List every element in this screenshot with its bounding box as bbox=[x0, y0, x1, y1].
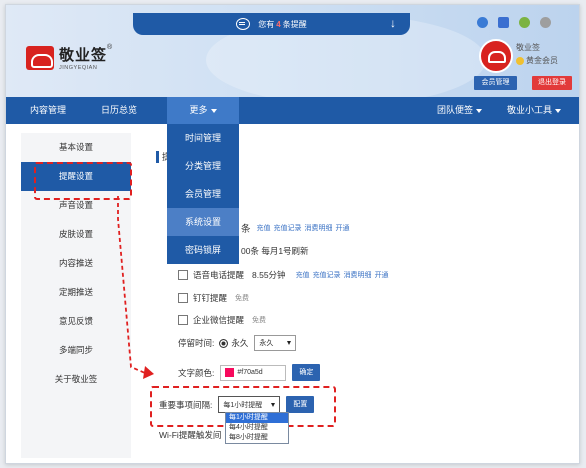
user-level-text: 黄金会员 bbox=[526, 56, 558, 65]
menu-item-category[interactable]: 分类管理 bbox=[167, 152, 239, 180]
menu-item-member[interactable]: 会员管理 bbox=[167, 180, 239, 208]
logo-icon bbox=[26, 45, 54, 70]
option-8h[interactable]: 每8小时提醒 bbox=[226, 433, 288, 443]
avatar[interactable] bbox=[479, 39, 513, 73]
menu-item-time[interactable]: 时间管理 bbox=[167, 124, 239, 152]
annotation-arrow bbox=[117, 196, 154, 379]
option-1h[interactable]: 每1小时提醒 bbox=[226, 413, 288, 423]
more-dropdown: 时间管理 分类管理 会员管理 系统设置 密码锁屏 bbox=[167, 124, 239, 264]
menu-item-lock[interactable]: 密码锁屏 bbox=[167, 236, 239, 264]
interval-options: 每1小时提醒 每4小时提醒 每8小时提醒 bbox=[225, 412, 289, 444]
app-window: 您有 4 条提醒 ↓ 敬业签® JINGYEQIAN 敬业签 黄金会员 会员管理… bbox=[5, 4, 580, 464]
logo-en: JINGYEQIAN bbox=[59, 65, 98, 71]
notice-count: 4 bbox=[276, 19, 281, 29]
logo: 敬业签® JINGYEQIAN bbox=[26, 44, 112, 71]
menu-item-settings[interactable]: 系统设置 bbox=[167, 208, 239, 236]
platform-icons bbox=[477, 17, 551, 28]
user-level: 黄金会员 bbox=[516, 55, 558, 66]
notice-suffix: 条提醒 bbox=[282, 19, 307, 29]
arrow-down-icon[interactable]: ↓ bbox=[390, 16, 396, 30]
notification-bar[interactable]: 您有 4 条提醒 ↓ bbox=[133, 13, 410, 35]
vip-icon bbox=[516, 56, 524, 65]
logo-reg: ® bbox=[107, 44, 113, 51]
logout-button[interactable]: 退出登录 bbox=[532, 76, 572, 90]
chat-icon bbox=[236, 18, 251, 30]
apple-icon[interactable] bbox=[540, 17, 551, 28]
android-icon[interactable] bbox=[519, 17, 530, 28]
windows-icon[interactable] bbox=[498, 17, 509, 28]
member-manage-button[interactable]: 会员管理 bbox=[474, 76, 517, 90]
option-4h[interactable]: 每4小时提醒 bbox=[226, 423, 288, 433]
logo-name: 敬业签 bbox=[59, 47, 108, 64]
ie-icon[interactable] bbox=[477, 17, 488, 28]
notice-prefix: 您有 bbox=[258, 19, 275, 29]
user-name: 敬业签 bbox=[516, 43, 540, 52]
